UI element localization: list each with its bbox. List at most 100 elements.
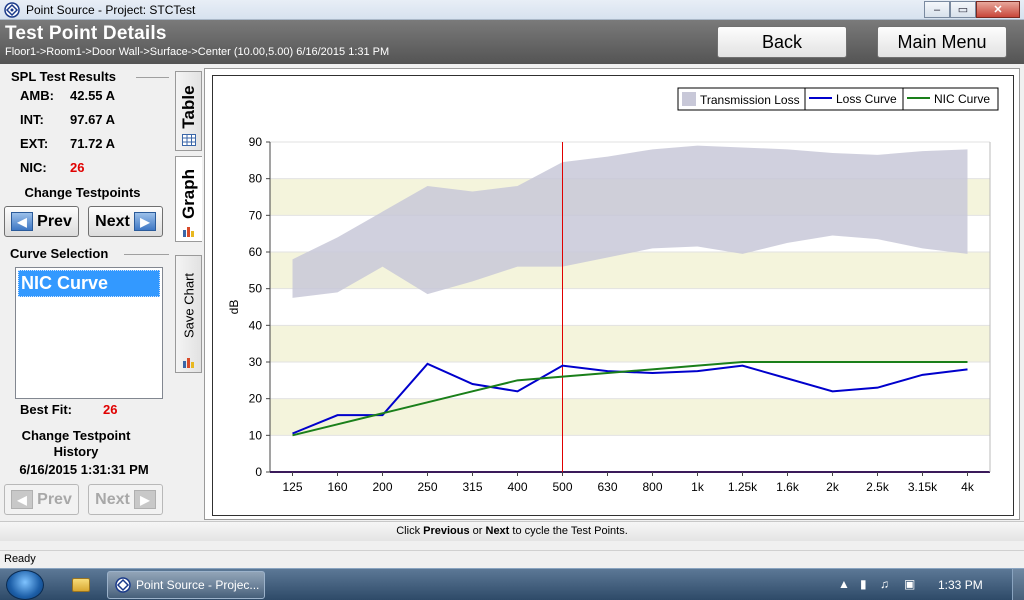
y-axis-label: dB — [227, 300, 241, 315]
back-button[interactable]: Back — [717, 26, 847, 58]
ext-label: EXT: — [20, 136, 49, 151]
page-title: Test Point Details — [5, 23, 167, 44]
ext-value: 71.72 A — [70, 136, 116, 151]
prev-label: Prev — [37, 212, 72, 230]
y-tick-label: 60 — [249, 245, 263, 259]
nic-value: 26 — [70, 160, 85, 175]
amb-value: 42.55 A — [70, 88, 116, 103]
x-tick-label: 1k — [691, 480, 705, 494]
window-titlebar: Point Source - Project: STCTest – ▭ ✕ — [0, 0, 1024, 20]
save-chart-tab[interactable]: Save Chart — [175, 255, 202, 373]
best-fit-label: Best Fit: — [20, 402, 72, 417]
minimize-button[interactable]: – — [924, 1, 950, 18]
system-tray: ▲ ▮ ♫ ▣ 1:33 PM — [834, 569, 1024, 600]
x-tick-label: 2k — [826, 480, 840, 494]
tray-expand-icon[interactable]: ▲ — [838, 577, 850, 591]
maximize-button[interactable]: ▭ — [950, 1, 976, 18]
tab-graph[interactable]: Graph — [175, 156, 202, 242]
chart-area: 0 10 20 30 40 50 60 70 80 90 125 160 200 250 315 400 500… — [212, 75, 1014, 516]
tab-graph-label: Graph — [179, 168, 198, 220]
y-tick-label: 30 — [249, 355, 263, 369]
next-testpoint-button[interactable]: Next ▶ — [88, 206, 163, 237]
grid-band — [270, 398, 990, 436]
prev-testpoint-button[interactable]: ◀ Prev — [4, 206, 79, 237]
x-tick-label: 500 — [552, 480, 572, 494]
clock[interactable]: 1:33 PM — [938, 578, 983, 592]
hint-next: Next — [485, 525, 510, 537]
left-panel: SPL Test Results AMB: 42.55 A INT: 97.67… — [0, 64, 173, 520]
battery-icon[interactable]: ▮ — [860, 577, 867, 591]
taskbar-app-label: Point Source - Projec... — [136, 578, 260, 592]
hint-bar: Click Previous or Next to cycle the Test… — [0, 521, 1024, 541]
change-testpoints-title: Change Testpoints — [24, 185, 141, 200]
int-label: INT: — [20, 112, 44, 127]
app-icon — [4, 2, 20, 18]
main-menu-button[interactable]: Main Menu — [877, 26, 1007, 58]
x-tick-label: 160 — [327, 480, 347, 494]
x-tick-label: 630 — [597, 480, 617, 494]
status-bar: Ready — [0, 550, 1024, 568]
y-tick-label: 10 — [249, 428, 263, 442]
hint-suffix: to cycle the Test Points. — [509, 525, 628, 537]
x-tick-label: 1.25k — [728, 480, 758, 494]
int-value: 97.67 A — [70, 112, 116, 127]
x-tick-label: 250 — [417, 480, 437, 494]
window-controls: – ▭ ✕ — [924, 1, 1020, 18]
taskbar-app-button[interactable]: Point Source - Projec... — [107, 571, 265, 599]
history-timestamp: 6/16/2015 1:31:31 PM — [19, 462, 149, 477]
group-divider — [124, 254, 169, 255]
amb-label: AMB: — [20, 88, 54, 103]
hint-middle: or — [469, 525, 486, 537]
tab-table[interactable]: Table — [175, 71, 202, 151]
speaker-icon[interactable]: ♫ — [880, 577, 889, 591]
curve-selection-list[interactable]: NIC Curve — [15, 267, 163, 399]
start-button[interactable] — [6, 570, 44, 600]
table-icon — [182, 134, 196, 146]
y-tick-label: 90 — [249, 135, 263, 149]
tab-table-label: Table — [178, 85, 198, 129]
x-tick-label: 3.15k — [908, 480, 938, 494]
show-desktop-button[interactable] — [1012, 569, 1024, 600]
breadcrumb: Floor1->Room1->Door Wall->Surface->Cente… — [5, 46, 390, 58]
history-title: Change Testpoint History — [21, 428, 131, 459]
x-tick-label: 125 — [282, 480, 302, 494]
bar-chart-icon — [183, 227, 194, 237]
y-tick-label: 40 — [249, 318, 263, 332]
close-button[interactable]: ✕ — [976, 1, 1020, 18]
history-prev-button[interactable]: ◀ Prev — [4, 484, 79, 515]
page-header: Test Point Details Floor1->Room1->Door W… — [0, 20, 1024, 64]
legend-label-nic-curve: NIC Curve — [934, 92, 990, 106]
best-fit-value: 26 — [103, 402, 118, 417]
legend-label-loss-curve: Loss Curve — [836, 92, 897, 106]
y-tick-label: 80 — [249, 172, 263, 186]
folder-icon[interactable] — [72, 578, 90, 592]
x-tick-label: 800 — [642, 480, 662, 494]
hint-previous: Previous — [423, 525, 470, 537]
nic-label: NIC: — [20, 160, 47, 175]
history-next-label: Next — [95, 490, 130, 508]
bar-chart-icon — [183, 358, 194, 368]
y-tick-label: 20 — [249, 392, 263, 406]
list-item-selected[interactable]: NIC Curve — [18, 270, 160, 297]
app-icon — [115, 577, 131, 593]
x-tick-label: 400 — [507, 480, 527, 494]
chart: 0 10 20 30 40 50 60 70 80 90 125 160 200 250 315 400 500… — [227, 87, 999, 494]
network-icon[interactable]: ▣ — [904, 577, 915, 591]
history-next-button[interactable]: Next ▶ — [88, 484, 163, 515]
hint-prefix: Click — [396, 525, 424, 537]
y-tick-label: 70 — [249, 208, 263, 222]
x-tick-label: 4k — [961, 480, 975, 494]
arrow-left-icon: ◀ — [11, 212, 34, 231]
x-tick-label: 200 — [372, 480, 392, 494]
arrow-left-icon: ◀ — [11, 490, 34, 509]
arrow-right-icon: ▶ — [133, 212, 156, 231]
x-tick-label: 315 — [462, 480, 482, 494]
spl-results-title: SPL Test Results — [11, 69, 116, 84]
y-tick-label: 50 — [249, 282, 263, 296]
y-tick-label: 0 — [255, 465, 262, 479]
window-title: Point Source - Project: STCTest — [26, 3, 196, 17]
x-tick-label: 2.5k — [866, 480, 890, 494]
legend-swatch-transmission-loss — [682, 92, 696, 106]
save-chart-label: Save Chart — [181, 272, 196, 339]
next-label: Next — [95, 212, 130, 230]
